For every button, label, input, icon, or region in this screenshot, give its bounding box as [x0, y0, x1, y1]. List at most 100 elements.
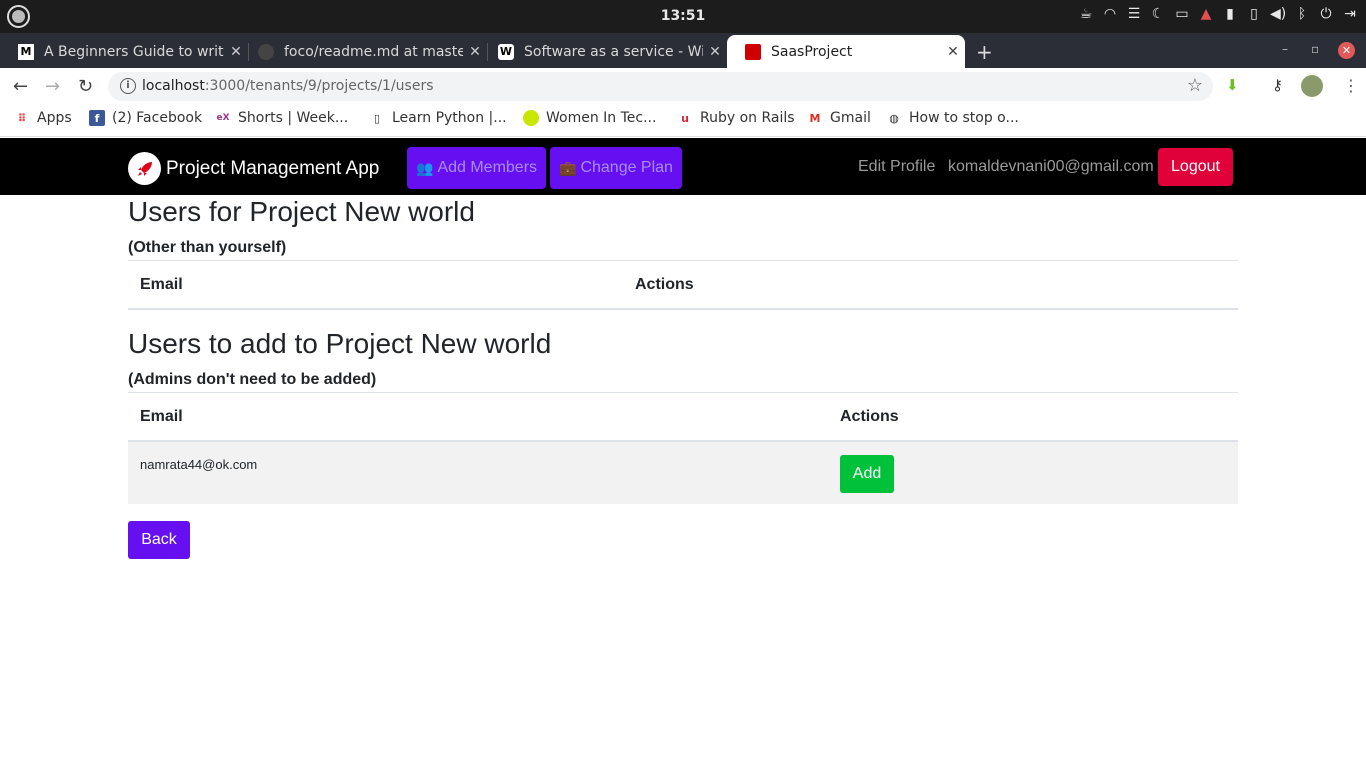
bookmark-label: Ruby on Rails	[700, 110, 795, 126]
bookmark-shorts[interactable]: eX Shorts | Week...	[215, 110, 348, 126]
bookmark-ruby-on-rails[interactable]: u Ruby on Rails	[677, 110, 795, 126]
tab-title: A Beginners Guide to writ	[44, 43, 224, 60]
rocket-icon	[137, 161, 152, 176]
browser-tab[interactable]: W Software as a service - Wik ✕	[480, 35, 727, 68]
url-text[interactable]: localhost:3000/tenants/9/projects/1/user…	[142, 78, 434, 94]
browser-tab[interactable]: M A Beginners Guide to writ ✕	[0, 35, 248, 68]
bookmark-facebook[interactable]: f (2) Facebook	[89, 110, 202, 126]
os-top-bar: 13:51 ☕ ◠ ☰ ☾ ▭ ▲ ▮ ▯ ◀) ᛒ ⏻ ⇥	[0, 0, 1366, 33]
battery-icon[interactable]: ▮	[1222, 6, 1238, 22]
browser-tab-strip: M A Beginners Guide to writ ✕ foco/readm…	[0, 33, 1366, 68]
browser-tab-active[interactable]: SaasProject ✕	[727, 35, 965, 68]
table-header: Email Actions	[128, 260, 1238, 310]
bookmark-label: (2) Facebook	[112, 110, 203, 126]
forward-arrow-icon[interactable]: →	[45, 76, 60, 97]
facebook-icon: f	[89, 110, 105, 126]
folder-icon[interactable]: ▭	[1174, 6, 1190, 22]
users-icon: 👥	[416, 159, 434, 176]
logout-arrow-icon[interactable]: ⇥	[1342, 6, 1358, 22]
tab-title: foco/readme.md at maste	[284, 43, 463, 60]
change-plan-button[interactable]: 💼 Change Plan	[550, 147, 682, 189]
project-users-subtitle: (Other than yourself)	[128, 239, 287, 256]
maximize-icon[interactable]: ▫	[1311, 42, 1319, 56]
url-host: localhost	[142, 78, 205, 94]
column-header-email: Email	[140, 408, 183, 425]
volume-icon[interactable]: ◀)	[1270, 6, 1286, 22]
bookmark-label: Women In Tec...	[546, 110, 657, 126]
download-extension-icon[interactable]: ⬇	[1226, 76, 1239, 94]
project-users-title: Users for Project New world	[128, 196, 475, 227]
key-icon[interactable]: ⚷	[1272, 76, 1283, 94]
column-header-email: Email	[140, 276, 183, 293]
app-navbar: Project Management App 👥 Add Members 💼 Cha…	[0, 138, 1366, 195]
browser-toolbar: ← → ↻ i localhost:3000/tenants/9/project…	[0, 68, 1366, 104]
app-favicon-icon	[745, 43, 761, 60]
user-email-cell: namrata44@ok.com	[140, 457, 258, 472]
user-email: komaldevnani00@gmail.com	[948, 158, 1154, 175]
system-tray: ☕ ◠ ☰ ☾ ▭ ▲ ▮ ▯ ◀) ᛒ ⏻ ⇥	[1078, 6, 1358, 22]
minimize-icon[interactable]: –	[1282, 42, 1288, 56]
table-header: Email Actions	[128, 392, 1238, 442]
logout-button[interactable]: Logout	[1158, 148, 1233, 186]
bookmark-label: Gmail	[830, 110, 871, 126]
wikipedia-favicon-icon: W	[498, 43, 514, 60]
edit-profile-link[interactable]: Edit Profile	[858, 158, 935, 176]
window-close-icon[interactable]: ✕	[1338, 42, 1355, 59]
bookmark-how-to-stop[interactable]: ◍ How to stop o...	[886, 110, 1019, 126]
url-path: :3000/tenants/9/projects/1/users	[204, 78, 434, 94]
bookmark-women-in-tech[interactable]: Women In Tec...	[523, 110, 656, 126]
power-icon[interactable]: ⏻	[1318, 6, 1334, 22]
menu-icon[interactable]: ☰	[1126, 6, 1142, 22]
bookmark-star-icon[interactable]: ☆	[1187, 75, 1203, 96]
new-tab-button[interactable]: +	[976, 40, 993, 64]
coffee-icon[interactable]: ☕	[1078, 6, 1094, 22]
brand-name[interactable]: Project Management App	[166, 158, 379, 180]
project-users-table: Email Actions	[128, 260, 1238, 310]
reload-icon[interactable]: ↻	[78, 76, 93, 97]
tab-close-icon[interactable]: ✕	[941, 44, 965, 60]
change-plan-label: Change Plan	[580, 159, 673, 176]
gmail-icon: M	[809, 111, 821, 125]
site-info-icon[interactable]: i	[120, 78, 136, 94]
tab-close-icon[interactable]: ✕	[703, 44, 727, 60]
back-button[interactable]: Back	[128, 521, 190, 559]
add-user-button[interactable]: Add	[840, 455, 894, 493]
browser-tab[interactable]: foco/readme.md at maste ✕	[240, 35, 487, 68]
apps-grid-icon: ⠿	[17, 111, 27, 125]
bluetooth-icon[interactable]: ᛒ	[1294, 6, 1310, 22]
notification-bell-icon[interactable]: ▲	[1198, 6, 1214, 22]
clipboard-icon[interactable]: ▯	[1246, 6, 1262, 22]
globe-icon: ◍	[889, 111, 899, 125]
page-icon: ▯	[373, 111, 381, 125]
tab-title: SaasProject	[771, 43, 853, 60]
profile-avatar[interactable]	[1301, 75, 1323, 97]
users-to-add-subtitle: (Admins don't need to be added)	[128, 371, 377, 388]
bookmark-apps[interactable]: ⠿ Apps	[14, 110, 72, 126]
add-members-label: Add Members	[437, 159, 538, 176]
bookmark-label: Shorts | Week...	[238, 110, 349, 126]
udemy-icon: u	[681, 111, 689, 125]
users-to-add-title: Users to add to Project New world	[128, 328, 552, 359]
bookmark-label: How to stop o...	[909, 110, 1019, 126]
bookmark-gmail[interactable]: M Gmail	[807, 110, 871, 126]
bookmarks-bar: ⠿ Apps f (2) Facebook eX Shorts | Week... ▯…	[0, 104, 1366, 137]
github-favicon-icon	[258, 43, 274, 60]
medium-favicon-icon: M	[18, 43, 34, 60]
address-bar[interactable]: i localhost:3000/tenants/9/projects/1/us…	[108, 72, 1213, 101]
table-row: namrata44@ok.com Add	[128, 442, 1238, 504]
users-to-add-table: Email Actions namrata44@ok.com Add	[128, 392, 1238, 504]
tennis-ball-icon	[523, 110, 539, 126]
bookmark-learn-python[interactable]: ▯ Learn Python |...	[369, 110, 507, 126]
wifi-icon[interactable]: ◠	[1102, 6, 1118, 22]
back-arrow-icon[interactable]: ←	[13, 76, 28, 97]
column-header-actions: Actions	[635, 276, 694, 293]
tab-title: Software as a service - Wik	[524, 43, 703, 60]
night-mode-icon[interactable]: ☾	[1150, 6, 1166, 22]
bookmark-label: Learn Python |...	[392, 110, 507, 126]
rocket-logo-icon[interactable]	[128, 152, 161, 185]
bookmark-label: Apps	[37, 110, 72, 126]
browser-menu-icon[interactable]: ⋮	[1343, 76, 1359, 95]
briefcase-icon: 💼	[559, 159, 577, 176]
add-members-button[interactable]: 👥 Add Members	[407, 147, 547, 189]
column-header-actions: Actions	[840, 408, 899, 425]
